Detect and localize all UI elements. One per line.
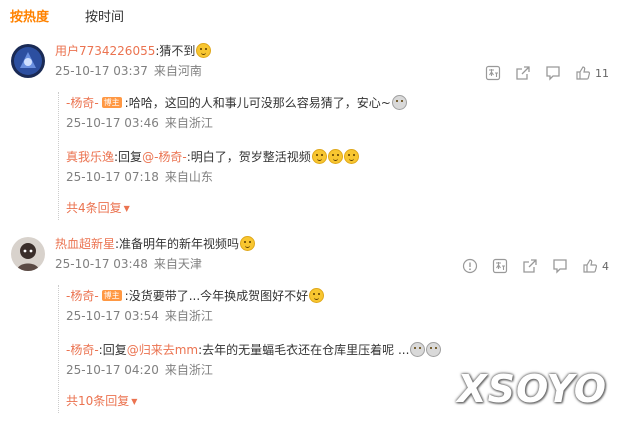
reply-username[interactable]: -杨奇- xyxy=(66,343,99,357)
reply-time: 25-10-17 04:20 xyxy=(66,363,159,377)
reply-text: :明白了，贺岁整活视频 xyxy=(186,150,311,164)
thumbs-up-icon xyxy=(575,65,591,81)
reply-username[interactable]: 真我乐逸 xyxy=(66,150,114,164)
comment-location: 来自河南 xyxy=(153,64,202,78)
reply-prefix: :回复 xyxy=(114,150,143,164)
comment-time: 25-10-17 03:48 xyxy=(55,257,148,271)
cry-emoji-icon xyxy=(410,342,426,357)
reply-text: :去年的无量蝠毛衣还在仓库里压着呢 ... xyxy=(198,343,410,357)
party-emoji-icon xyxy=(240,236,256,251)
more-replies-label: 共4条回复 xyxy=(66,201,122,215)
warning-icon xyxy=(462,258,478,274)
comment-text-line: 热血超新星:准备明年的新年视频吗 xyxy=(55,235,621,253)
reply-location: 来自浙江 xyxy=(164,309,213,323)
thumbs-up-icon xyxy=(582,258,598,274)
author-badge: 博主 xyxy=(101,97,122,108)
comment-text: :准备明年的新年视频吗 xyxy=(115,237,240,251)
comment-username[interactable]: 热血超新星 xyxy=(55,237,115,251)
report-button[interactable] xyxy=(462,258,478,274)
comment-time: 25-10-17 03:37 xyxy=(55,64,148,78)
like-button[interactable]: 4 xyxy=(582,258,609,274)
comment-icon xyxy=(552,258,568,274)
avatar[interactable] xyxy=(11,44,45,78)
like-count: 4 xyxy=(602,259,609,273)
comment-item: 用户7734226055:猜不到 25-10-17 03:37 来自河南 11 … xyxy=(0,42,621,222)
grin-emoji-icon xyxy=(311,149,327,164)
grin-emoji-icon xyxy=(343,149,359,164)
share-icon xyxy=(522,258,538,274)
more-replies-link[interactable]: 共4条回复 ▼ xyxy=(66,200,130,217)
more-replies-label: 共10条回复 xyxy=(66,394,130,408)
caret-down-icon: ▼ xyxy=(123,204,130,213)
reply-time: 25-10-17 03:46 xyxy=(66,116,159,130)
reply-location: 来自浙江 xyxy=(164,116,213,130)
reply-username[interactable]: -杨奇- xyxy=(66,96,99,110)
caret-down-icon: ▼ xyxy=(131,397,138,406)
reply-meta: 25-10-17 03:46 来自浙江 xyxy=(66,115,612,131)
comment-text: :猜不到 xyxy=(155,44,196,58)
translate-icon xyxy=(492,258,508,274)
tab-time[interactable]: 按时间 xyxy=(85,9,124,27)
reply-button[interactable] xyxy=(552,258,568,274)
reply-time: 25-10-17 03:54 xyxy=(66,309,159,323)
reply-text-line: 真我乐逸:回复@-杨奇-:明白了，贺岁整活视频 xyxy=(66,148,612,166)
share-icon xyxy=(515,65,531,81)
reply-item: 真我乐逸:回复@-杨奇-:明白了，贺岁整活视频 25-10-17 07:18 来自… xyxy=(66,148,612,185)
sweat-emoji-icon xyxy=(196,43,212,58)
comment-actions: 4 xyxy=(448,258,609,274)
translate-button[interactable] xyxy=(485,65,501,81)
reply-item: -杨奇- 博主:没货要带了...今年换成贺图好不好 25-10-17 03:54 来… xyxy=(66,287,612,324)
comment-username[interactable]: 用户7734226055 xyxy=(55,44,155,58)
reply-text-line: -杨奇- 博主:没货要带了...今年换成贺图好不好 xyxy=(66,287,612,305)
mention-link[interactable]: @归来去mm xyxy=(127,343,198,357)
reply-meta: 25-10-17 07:18 来自山东 xyxy=(66,169,612,185)
comment-panel: 按热度 按时间 用户7734226055:猜不到 25-10-17 03:37 来… xyxy=(0,0,621,421)
reply-text-line: -杨奇- 博主:哈哈，这回的人和事儿可没那么容易猜了，安心~ xyxy=(66,94,612,112)
comment-icon xyxy=(545,65,561,81)
comment-location: 来自天津 xyxy=(153,257,202,271)
reply-location: 来自浙江 xyxy=(164,363,213,377)
reply-time: 25-10-17 07:18 xyxy=(66,170,159,184)
like-button[interactable]: 11 xyxy=(575,65,609,81)
sort-tabs: 按热度 按时间 xyxy=(10,9,160,27)
comment-text-line: 用户7734226055:猜不到 xyxy=(55,42,621,60)
reply-text: :没货要带了...今年换成贺图好不好 xyxy=(124,289,309,303)
reply-button[interactable] xyxy=(545,65,561,81)
translate-button[interactable] xyxy=(492,258,508,274)
reply-meta: 25-10-17 03:54 来自浙江 xyxy=(66,308,612,324)
tab-hot[interactable]: 按热度 xyxy=(10,9,49,27)
reply-item: -杨奇- 博主:哈哈，这回的人和事儿可没那么容易猜了，安心~ 25-10-17 0… xyxy=(66,94,612,131)
reply-list: -杨奇- 博主:哈哈，这回的人和事儿可没那么容易猜了，安心~ 25-10-17 0… xyxy=(58,92,612,220)
mention-link[interactable]: @-杨奇- xyxy=(142,150,187,164)
panda-emoji-icon xyxy=(391,95,407,110)
share-button[interactable] xyxy=(522,258,538,274)
reply-prefix: :回复 xyxy=(98,343,127,357)
comment-actions: 11 xyxy=(471,65,609,81)
grin-emoji-icon xyxy=(327,149,343,164)
like-count: 11 xyxy=(595,66,609,80)
reply-location: 来自山东 xyxy=(164,170,213,184)
share-button[interactable] xyxy=(515,65,531,81)
author-badge: 博主 xyxy=(101,290,122,301)
watermark-logo: XSOYO xyxy=(457,367,607,411)
sad-emoji-icon xyxy=(309,288,325,303)
more-replies-link[interactable]: 共10条回复 ▼ xyxy=(66,393,137,410)
reply-text-line: -杨奇-:回复@归来去mm:去年的无量蝠毛衣还在仓库里压着呢 ... xyxy=(66,341,612,359)
reply-text: :哈哈，这回的人和事儿可没那么容易猜了，安心~ xyxy=(124,96,391,110)
reply-username[interactable]: -杨奇- xyxy=(66,289,99,303)
translate-icon xyxy=(485,65,501,81)
cry-emoji-icon xyxy=(426,342,442,357)
avatar[interactable] xyxy=(11,237,45,271)
